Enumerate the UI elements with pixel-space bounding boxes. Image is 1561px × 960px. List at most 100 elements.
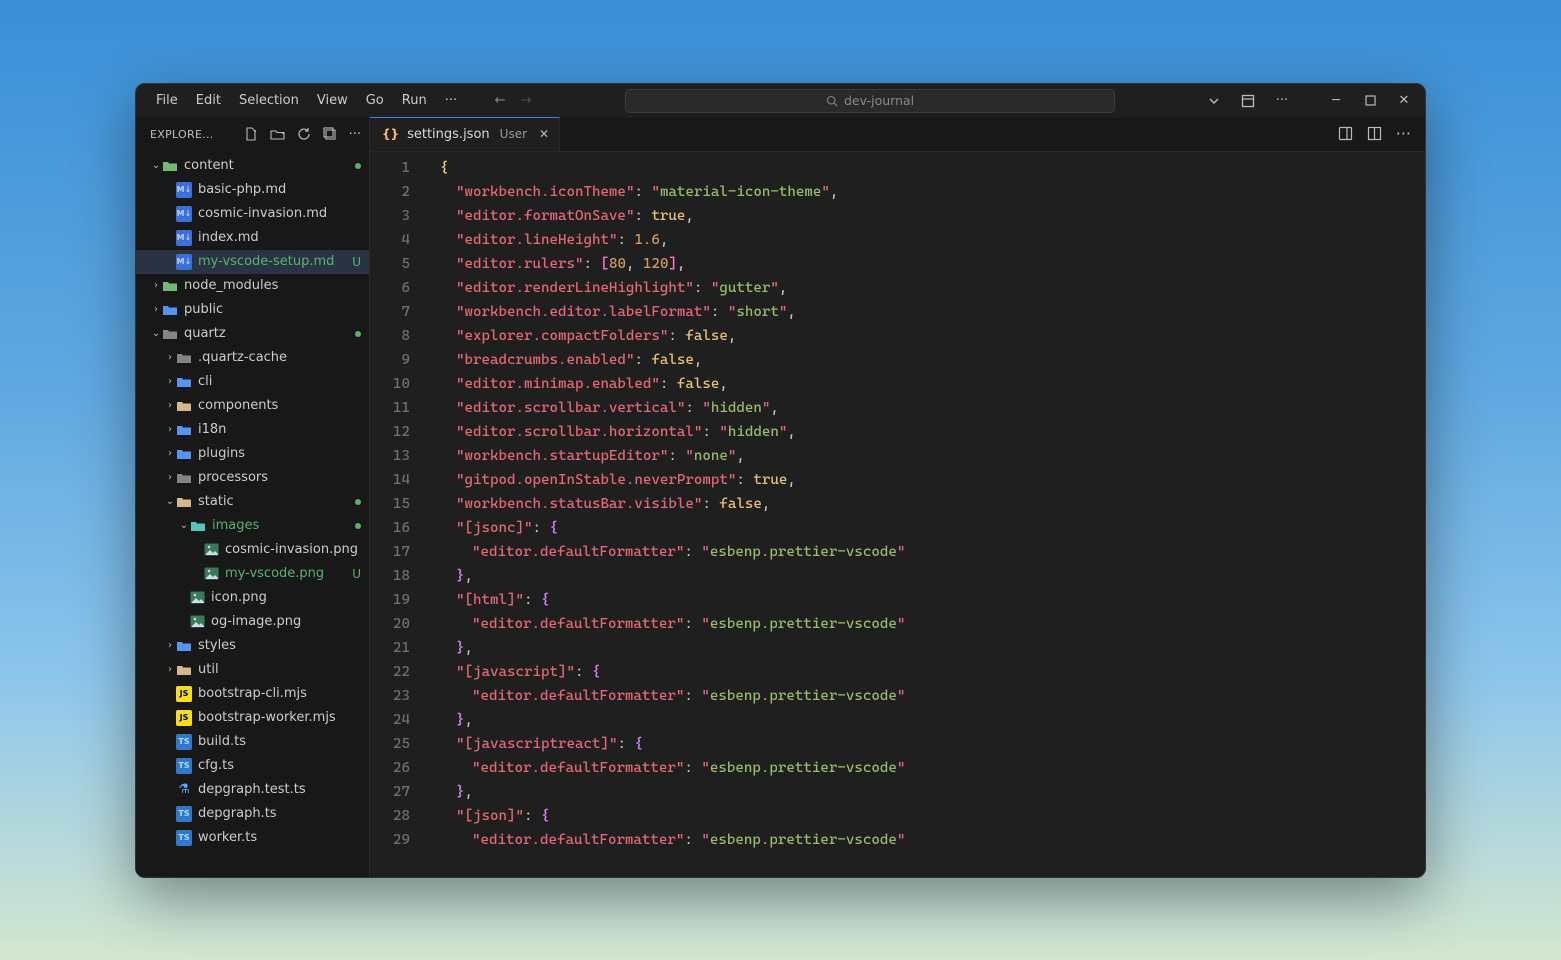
file-row[interactable]: icon.png xyxy=(136,586,369,610)
menu-view[interactable]: View xyxy=(309,89,356,112)
editor-more-icon[interactable]: ··· xyxy=(1396,124,1411,143)
git-modified-dot xyxy=(355,499,361,505)
code-content[interactable]: {"workbench.iconTheme": "material-icon-t… xyxy=(426,152,1425,877)
file-row[interactable]: TSbuild.ts xyxy=(136,730,369,754)
menu-edit[interactable]: Edit xyxy=(188,89,229,112)
tab-close-icon[interactable]: ✕ xyxy=(539,127,549,141)
folder-icon xyxy=(162,159,178,173)
new-file-icon[interactable] xyxy=(244,127,258,142)
tree-item-label: og-image.png xyxy=(211,614,361,629)
titlebar-right: ··· ─ ✕ xyxy=(1207,93,1419,108)
chevron-right-icon: › xyxy=(164,424,176,435)
tree-item-label: processors xyxy=(198,470,361,485)
file-row[interactable]: cosmic-invasion.png xyxy=(136,538,369,562)
layout-panel-icon[interactable] xyxy=(1241,94,1255,108)
folder-row[interactable]: ›util xyxy=(136,658,369,682)
file-row[interactable]: M↓ basic-php.md xyxy=(136,178,369,202)
folder-icon xyxy=(176,375,192,389)
menu-go[interactable]: Go xyxy=(358,89,392,112)
folder-row[interactable]: › node_modules xyxy=(136,274,369,298)
file-type-icon: JS xyxy=(176,686,192,702)
folder-row[interactable]: ›processors xyxy=(136,466,369,490)
folder-row[interactable]: ⌄ content xyxy=(136,154,369,178)
chevron-down-icon: ⌄ xyxy=(178,520,190,531)
folder-row[interactable]: ›styles xyxy=(136,634,369,658)
editor-tabbar: {} settings.json User ✕ ··· xyxy=(370,118,1425,152)
split-editor-icon[interactable] xyxy=(1367,126,1382,141)
file-type-icon: TS xyxy=(176,830,192,846)
tree-item-label: content xyxy=(184,158,355,173)
file-type-icon: TS xyxy=(176,734,192,750)
tree-item-label: plugins xyxy=(198,446,361,461)
tree-item-label: bootstrap-worker.mjs xyxy=(198,710,361,725)
tree-item-label: depgraph.test.ts xyxy=(198,782,361,797)
folder-row[interactable]: ›cli xyxy=(136,370,369,394)
json-file-icon: {} xyxy=(382,127,399,141)
tree-item-label: node_modules xyxy=(184,278,361,293)
command-center-search[interactable]: dev-journal xyxy=(625,89,1115,113)
folder-row[interactable]: ›public xyxy=(136,298,369,322)
folder-icon xyxy=(190,519,206,533)
chevron-down-icon: ⌄ xyxy=(164,496,176,507)
file-row[interactable]: TSdepgraph.ts xyxy=(136,802,369,826)
tab-settings-json[interactable]: {} settings.json User ✕ xyxy=(370,117,560,151)
tree-item-label: worker.ts xyxy=(198,830,361,845)
menu-run[interactable]: Run xyxy=(394,89,435,112)
new-folder-icon[interactable] xyxy=(270,127,285,142)
folder-row[interactable]: ›i18n xyxy=(136,418,369,442)
collapse-all-icon[interactable] xyxy=(323,127,337,142)
file-row[interactable]: TS worker.ts xyxy=(136,826,369,850)
tab-filename: settings.json xyxy=(407,127,490,142)
chevron-down-icon[interactable] xyxy=(1207,95,1221,107)
menu-file[interactable]: File xyxy=(148,89,186,112)
chevron-down-icon: ⌄ xyxy=(150,160,162,171)
window-maximize-icon[interactable] xyxy=(1363,95,1377,106)
file-row[interactable]: JSbootstrap-worker.mjs xyxy=(136,706,369,730)
image-file-icon xyxy=(190,591,205,604)
window-close-icon[interactable]: ✕ xyxy=(1397,93,1411,108)
chevron-right-icon: › xyxy=(164,400,176,411)
search-icon xyxy=(826,95,838,107)
tree-item-label: my-vscode-setup.md xyxy=(198,254,346,269)
file-row[interactable]: M↓cosmic-invasion.md xyxy=(136,202,369,226)
folder-row[interactable]: ⌄static xyxy=(136,490,369,514)
line-gutter: 1234567891011121314151617181920212223242… xyxy=(370,152,426,877)
folder-row[interactable]: ⌄quartz xyxy=(136,322,369,346)
test-file-icon: ⚗ xyxy=(176,782,192,798)
folder-icon xyxy=(176,495,192,509)
window-minimize-icon[interactable]: ─ xyxy=(1329,93,1343,108)
tree-item-label: basic-php.md xyxy=(198,182,361,197)
folder-row[interactable]: ›components xyxy=(136,394,369,418)
file-row[interactable]: M↓index.md xyxy=(136,226,369,250)
folder-row[interactable]: ⌄images xyxy=(136,514,369,538)
file-row[interactable]: og-image.png xyxy=(136,610,369,634)
chevron-right-icon: › xyxy=(150,280,162,291)
tree-item-label: styles xyxy=(198,638,361,653)
tree-item-label: bootstrap-cli.mjs xyxy=(198,686,361,701)
nav-forward-icon[interactable]: → xyxy=(519,93,533,108)
git-modified-dot xyxy=(355,163,361,169)
file-row[interactable]: my-vscode.pngU xyxy=(136,562,369,586)
menu-more-icon[interactable]: ··· xyxy=(437,89,465,112)
file-row[interactable]: TScfg.ts xyxy=(136,754,369,778)
tree-item-label: util xyxy=(198,662,361,677)
explorer-more-icon[interactable]: ··· xyxy=(349,127,361,142)
folder-row[interactable]: ›.quartz-cache xyxy=(136,346,369,370)
file-row[interactable]: ⚗ depgraph.test.ts xyxy=(136,778,369,802)
code-editor[interactable]: 1234567891011121314151617181920212223242… xyxy=(370,152,1425,877)
folder-icon xyxy=(176,471,192,485)
explorer-title: EXPLORE... xyxy=(150,128,236,141)
explorer-header: EXPLORE... ··· xyxy=(136,118,369,152)
tree-item-label: cosmic-invasion.md xyxy=(198,206,361,221)
open-settings-ui-icon[interactable] xyxy=(1338,126,1353,141)
menu-selection[interactable]: Selection xyxy=(231,89,307,112)
nav-back-icon[interactable]: ← xyxy=(493,93,507,108)
folder-row[interactable]: ›plugins xyxy=(136,442,369,466)
more-actions-icon[interactable]: ··· xyxy=(1275,93,1289,108)
file-type-icon: M↓ xyxy=(176,182,192,198)
file-row[interactable]: M↓my-vscode-setup.mdU xyxy=(136,250,369,274)
refresh-icon[interactable] xyxy=(297,127,311,142)
vscode-window: File Edit Selection View Go Run ··· ← → … xyxy=(135,83,1426,878)
tree-item-label: depgraph.ts xyxy=(198,806,361,821)
file-row[interactable]: JS bootstrap-cli.mjs xyxy=(136,682,369,706)
